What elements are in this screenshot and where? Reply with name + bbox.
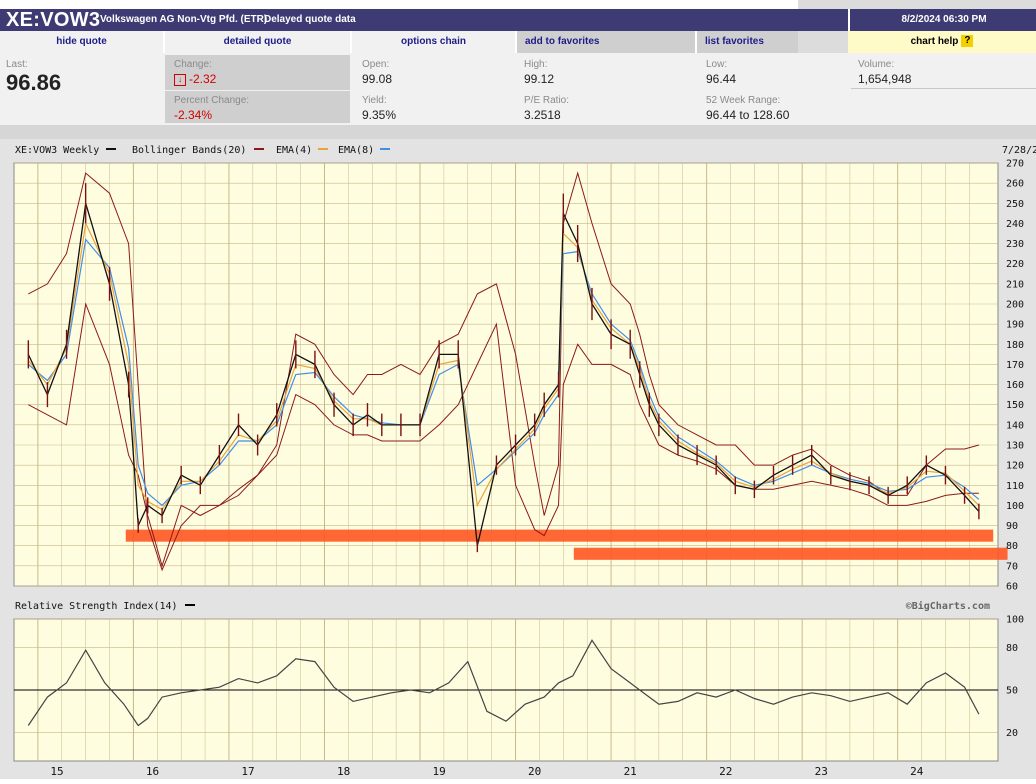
price-y-tick: 140 <box>1006 420 1024 431</box>
price-y-tick: 250 <box>1006 199 1024 210</box>
low-label: Low: <box>706 59 728 70</box>
price-y-tick: 160 <box>1006 380 1024 391</box>
high-label: High: <box>524 59 548 70</box>
last-cell: Last: 96.86 <box>6 59 61 96</box>
price-y-tick: 60 <box>1006 582 1018 593</box>
legend-price-label: XE:VOW3 Weekly <box>15 145 99 156</box>
price-y-tick: 230 <box>1006 239 1024 250</box>
chart-svg: 60 70 80 90 100 110 120 130 140 150 160 170 180 190 20… <box>13 145 1036 778</box>
legend-rsi-label: Relative Strength Index(14) <box>15 601 178 612</box>
yield-label: Yield: <box>362 95 387 106</box>
x-axis-tick: 18 <box>337 765 350 778</box>
delayed-notice: Delayed quote data <box>264 14 356 25</box>
price-y-tick: 180 <box>1006 340 1024 351</box>
ticker-symbol: XE:VOW3 <box>6 9 101 31</box>
percent-change-cell: Percent Change: -2.34% <box>174 95 249 122</box>
high-value: 99.12 <box>524 72 555 86</box>
low-value: 96.44 <box>706 72 737 86</box>
yield-value: 9.35% <box>362 108 397 122</box>
price-y-tick: 70 <box>1006 561 1018 572</box>
quote-datetime: 8/2/2024 06:30 PM <box>848 9 1036 31</box>
price-y-tick: 260 <box>1006 179 1024 190</box>
price-y-tick: 170 <box>1006 360 1024 371</box>
price-y-tick: 150 <box>1006 400 1024 411</box>
company-name: Volkswagen AG Non-Vtg Pfd. (ETR) <box>100 14 268 25</box>
legend-bollinger-label: Bollinger Bands(20) <box>132 145 246 156</box>
x-axis-tick: 19 <box>433 765 446 778</box>
support-band-1 <box>125 529 994 542</box>
price-y-tick: 210 <box>1006 279 1024 290</box>
list-favorites-link[interactable]: list favorites <box>697 31 798 53</box>
high-cell: High: 99.12 <box>524 59 554 86</box>
rsi-y-tick: 50 <box>1006 686 1018 697</box>
rsi-y-tick: 20 <box>1006 728 1018 739</box>
chart-frame: 60 70 80 90 100 110 120 130 140 150 160 170 180 190 20… <box>0 139 1036 779</box>
x-axis-tick: 16 <box>146 765 159 778</box>
x-axis-tick: 17 <box>241 765 254 778</box>
yield-cell: Yield: 9.35% <box>362 95 396 122</box>
change-value: -2.32 <box>189 72 217 86</box>
detailed-quote-link[interactable]: detailed quote <box>165 31 350 53</box>
percent-change-value: -2.34% <box>174 108 213 122</box>
help-icon: ? <box>961 35 974 48</box>
pe-value: 3.2518 <box>524 108 561 122</box>
nav-spacer <box>798 31 848 53</box>
price-y-tick: 190 <box>1006 320 1024 331</box>
price-y-tick: 240 <box>1006 219 1024 230</box>
pe-label: P/E Ratio: <box>524 95 570 106</box>
price-y-tick: 130 <box>1006 441 1024 452</box>
open-label: Open: <box>362 59 390 70</box>
price-y-tick: 270 <box>1006 159 1024 170</box>
price-y-tick: 90 <box>1006 521 1018 532</box>
options-chain-link[interactable]: options chain <box>352 31 515 53</box>
volume-label: Volume: <box>858 59 895 70</box>
date-label: 7/28/24 <box>1002 145 1036 156</box>
range-value: 96.44 to 128.60 <box>706 108 790 122</box>
price-y-tick: 220 <box>1006 259 1024 270</box>
change-label: Change: <box>174 59 212 70</box>
last-label: Last: <box>6 59 28 70</box>
chart-help-label: chart help <box>910 36 959 47</box>
x-axis-tick: 15 <box>50 765 63 778</box>
pe-cell: P/E Ratio: 3.2518 <box>524 95 569 122</box>
watermark: ©BigCharts.com <box>906 600 990 612</box>
x-axis-tick: 20 <box>528 765 541 778</box>
price-y-tick: 120 <box>1006 461 1024 472</box>
volume-cell: Volume: 1,654,948 <box>858 59 911 86</box>
x-axis-tick: 23 <box>815 765 828 778</box>
nav-row: hide quote detailed quote options chain … <box>0 31 1036 53</box>
range-label: 52 Week Range: <box>706 95 781 106</box>
open-value: 99.08 <box>362 72 393 86</box>
price-y-tick: 110 <box>1006 481 1024 492</box>
title-bar: XE:VOW3 Volkswagen AG Non-Vtg Pfd. (ETR)… <box>0 9 1036 31</box>
down-arrow-icon: ↓ <box>174 73 186 86</box>
range-cell: 52 Week Range: 96.44 to 128.60 <box>706 95 789 122</box>
price-y-tick: 100 <box>1006 501 1024 512</box>
separator-band <box>0 125 1036 139</box>
low-cell: Low: 96.44 <box>706 59 736 86</box>
legend-ema8-label: EMA(8) <box>338 145 374 156</box>
rsi-y-tick: 80 <box>1006 643 1018 654</box>
change-cell: Change: ↓ -2.32 <box>174 59 216 86</box>
top-gap <box>798 0 848 9</box>
legend-ema4-label: EMA(4) <box>276 145 312 156</box>
chart-help-button[interactable]: chart help? <box>848 31 1036 53</box>
x-axis-tick: 21 <box>624 765 637 778</box>
price-y-tick: 80 <box>1006 541 1018 552</box>
open-cell: Open: 99.08 <box>362 59 392 86</box>
x-axis-tick: 22 <box>719 765 732 778</box>
add-to-favorites-link[interactable]: add to favorites <box>517 31 695 53</box>
price-y-tick: 200 <box>1006 300 1024 311</box>
percent-change-label: Percent Change: <box>174 95 250 106</box>
volume-divider <box>851 88 1036 89</box>
x-axis-tick: 24 <box>910 765 924 778</box>
support-band-2 <box>573 547 1008 560</box>
top-gap-right <box>848 0 1036 9</box>
volume-value: 1,654,948 <box>858 72 912 86</box>
rsi-y-tick: 100 <box>1006 615 1024 626</box>
last-price: 96.86 <box>6 70 62 95</box>
hide-quote-link[interactable]: hide quote <box>0 31 163 53</box>
